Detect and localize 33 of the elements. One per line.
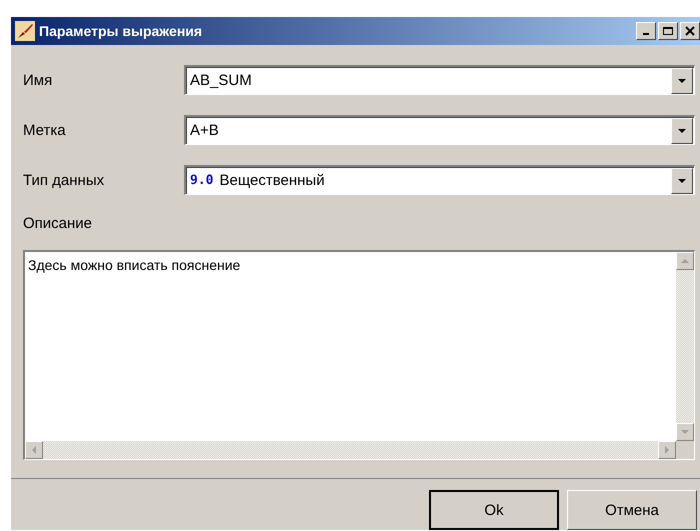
dropdown-button[interactable] xyxy=(671,168,693,194)
minimize-icon xyxy=(643,33,649,35)
dialog-button[interactable]: Ok xyxy=(429,490,559,530)
field-value: AB_SUM xyxy=(190,72,252,89)
brush-icon xyxy=(15,21,35,41)
scroll-up-button[interactable] xyxy=(676,252,694,270)
combo-box[interactable]: 9.0 Вещественный xyxy=(184,165,695,195)
close-icon xyxy=(685,26,695,36)
description-text: Здесь можно вписать пояснение xyxy=(27,256,242,275)
scroll-right-button[interactable] xyxy=(658,441,676,459)
scroll-left-button[interactable] xyxy=(25,441,43,459)
window-title: Параметры выражения xyxy=(39,23,204,39)
minimize-button[interactable] xyxy=(636,22,656,40)
combo-box[interactable]: A+B xyxy=(184,115,695,145)
vertical-scrollbar[interactable] xyxy=(676,252,694,441)
field-label: Метка xyxy=(23,122,67,138)
maximize-button[interactable] xyxy=(658,22,678,40)
maximize-icon xyxy=(662,26,674,36)
text-area[interactable]: Здесь можно вписать пояснение xyxy=(23,250,695,460)
description-label: Описание xyxy=(23,215,94,234)
dropdown-button[interactable] xyxy=(671,68,693,94)
type-number-label: 9.0 xyxy=(190,173,214,188)
scrollbar-corner xyxy=(676,441,694,459)
scroll-down-button[interactable] xyxy=(676,423,694,441)
field-label: Тип данных xyxy=(23,172,106,188)
field-value: A+B xyxy=(190,122,219,139)
close-button[interactable] xyxy=(680,22,700,40)
dialog-button[interactable]: Отмена xyxy=(567,490,697,530)
combo-box[interactable]: AB_SUM xyxy=(184,65,695,95)
horizontal-scrollbar[interactable] xyxy=(25,441,676,459)
dropdown-button[interactable] xyxy=(671,118,693,144)
field-value: Вещественный xyxy=(219,172,325,189)
field-label: Имя xyxy=(23,72,54,88)
